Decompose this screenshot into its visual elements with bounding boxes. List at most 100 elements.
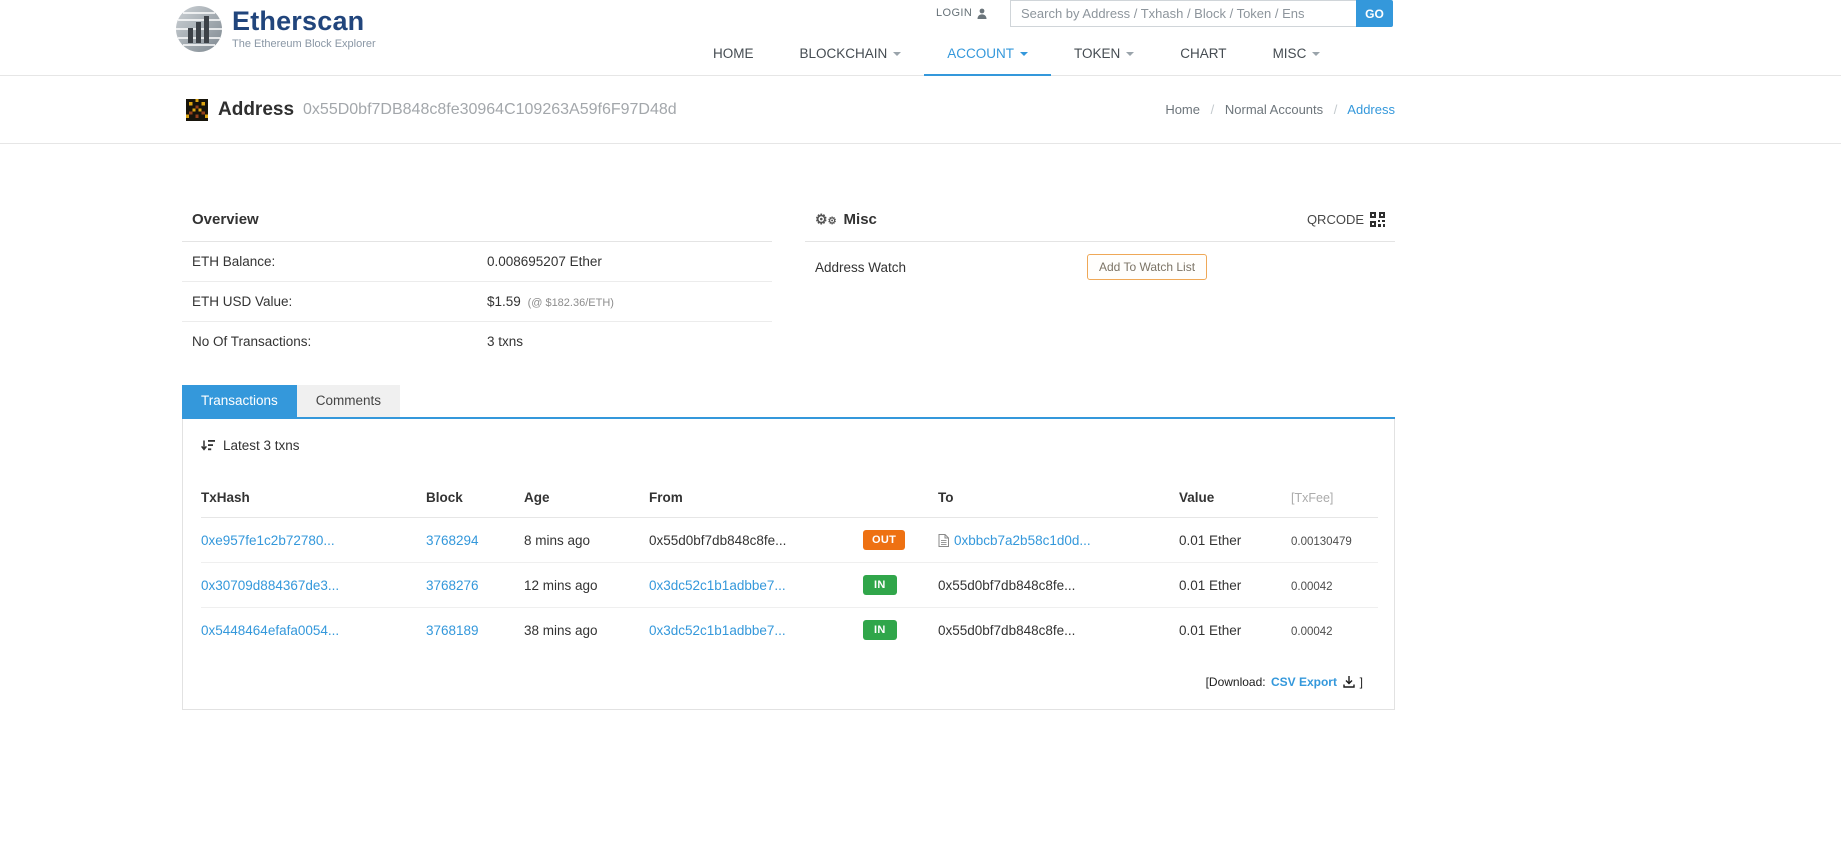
overview-row-tx-count: No Of Transactions: 3 txns [182,321,772,361]
breadcrumb-home[interactable]: Home [1165,102,1200,117]
txhash-link[interactable]: 0xe957fe1c2b72780... [201,533,335,548]
tx-value: 0.01 Ether [1179,532,1242,548]
tx-value: 0.01 Ether [1179,577,1242,593]
direction-badge-out: OUT [863,530,906,550]
age-value: 8 mins ago [524,532,591,548]
csv-export-link[interactable]: CSV Export [1271,675,1337,689]
from-address-link[interactable]: 0x3dc52c1b1adbbe7... [649,578,786,593]
search-input[interactable] [1010,0,1356,27]
breadcrumb: Home / Normal Accounts / Address [1165,102,1395,117]
breadcrumb-separator: / [1210,102,1215,117]
table-row: 0x5448464efafa0054... 3768189 38 mins ag… [201,607,1378,652]
direction-badge-in: IN [863,575,897,595]
direction-badge-in: IN [863,620,897,640]
to-address: 0x55d0bf7db848c8fe... [938,577,1076,593]
chevron-down-icon [1020,52,1029,56]
tx-count-label: No Of Transactions: [182,321,477,361]
misc-panel: ⚙⚙ Misc QRCODE Address Watch Add To Watc… [805,204,1395,361]
age-value: 12 mins ago [524,577,598,593]
nav-item-chart[interactable]: CHART [1157,32,1249,76]
nav-label-token: TOKEN [1074,45,1121,61]
table-header-row: TxHash Block Age From To Value [TxFee] [201,480,1378,518]
main-content: Overview ETH Balance: 0.008695207 Ether … [182,204,1395,710]
chevron-down-icon [1312,52,1321,56]
contract-icon [938,533,949,547]
nav-item-account[interactable]: ACCOUNT [924,32,1052,76]
download-prefix: [Download: [1205,675,1266,689]
chevron-down-icon [1126,52,1135,56]
tab-comments[interactable]: Comments [296,385,401,417]
breadcrumb-current: Address [1347,102,1395,117]
table-row: 0xe957fe1c2b72780... 3768294 8 mins ago … [201,518,1378,563]
age-value: 38 mins ago [524,622,598,638]
eth-usd-rate: (@ $182.36/ETH) [527,297,614,309]
col-txhash: TxHash [201,480,426,518]
download-suffix: ] [1359,675,1363,689]
col-value: Value [1179,480,1291,518]
transactions-panel: Latest 3 txns TxHash Block Age From To V [182,419,1395,710]
overview-row-usd-value: ETH USD Value: $1.59 (@ $182.36/ETH) [182,281,772,322]
col-txfee: [TxFee] [1291,480,1378,518]
to-address: 0x55d0bf7db848c8fe... [938,622,1076,638]
page-title: Address [218,98,295,120]
sort-amount-icon [201,439,215,451]
qrcode-button[interactable]: QRCODE [1307,211,1385,227]
col-age: Age [524,480,649,518]
nav-item-token[interactable]: TOKEN [1051,32,1157,76]
globe-logo-icon [176,6,222,52]
latest-txns-label: Latest 3 txns [223,438,300,453]
transactions-table: TxHash Block Age From To Value [TxFee] 0… [201,480,1378,652]
logo-title: Etherscan [232,6,365,36]
col-block: Block [426,480,524,518]
etherscan-logo[interactable]: Etherscan The Ethereum Block Explorer [175,5,376,53]
breadcrumb-normal-accounts[interactable]: Normal Accounts [1225,102,1323,117]
add-to-watch-list-button[interactable]: Add To Watch List [1087,254,1208,280]
login-link[interactable]: LOGIN [936,7,987,19]
page-address: 0x55D0bf7DB848c8fe30964C109263A59f6F97D4… [303,100,677,118]
nav-item-misc[interactable]: MISC [1250,32,1344,76]
breadcrumb-separator: / [1333,102,1338,117]
col-to: To [938,480,1179,518]
txhash-link[interactable]: 0x5448464efafa0054... [201,623,339,638]
nav-label-misc: MISC [1272,45,1307,61]
tab-transactions[interactable]: Transactions [182,385,297,417]
qrcode-icon [1370,211,1385,227]
to-address-link[interactable]: 0xbbcb7a2b58c1d0d... [954,533,1091,548]
eth-balance-value: 0.008695207 Ether [487,254,602,269]
eth-usd-value: $1.59 [487,294,521,309]
overview-panel: Overview ETH Balance: 0.008695207 Ether … [182,204,772,361]
page-header-band: Address 0x55D0bf7DB848c8fe30964C109263A5… [0,76,1841,144]
from-address-link[interactable]: 0x3dc52c1b1adbbe7... [649,623,786,638]
nav-item-blockchain[interactable]: BLOCKCHAIN [777,32,925,76]
overview-table: ETH Balance: 0.008695207 Ether ETH USD V… [182,242,772,361]
address-watch-row: Address Watch Add To Watch List [805,242,1395,292]
tx-fee: 0.00042 [1291,625,1333,638]
download-row: [Download: CSV Export ] [183,652,1394,689]
logo-text-block: Etherscan The Ethereum Block Explorer [232,6,376,51]
nav-label-blockchain: BLOCKCHAIN [799,45,888,61]
txhash-link[interactable]: 0x30709d884367de3... [201,578,339,593]
tx-fee: 0.00042 [1291,580,1333,593]
col-direction [863,480,938,518]
eth-balance-label: ETH Balance: [192,254,276,269]
from-address: 0x55d0bf7db848c8fe... [649,532,787,548]
tabs-section: Transactions Comments Latest 3 txns TxHa… [182,385,1395,710]
block-link[interactable]: 3768189 [426,623,479,638]
address-watch-label: Address Watch [815,259,907,275]
login-label: LOGIN [936,7,973,19]
nav-label-account: ACCOUNT [947,45,1015,61]
block-link[interactable]: 3768276 [426,578,479,593]
block-link[interactable]: 3768294 [426,533,479,548]
tx-value: 0.01 Ether [1179,622,1242,638]
gears-icon: ⚙⚙ [815,210,837,227]
chevron-down-icon [893,52,902,56]
eth-usd-label: ETH USD Value: [182,281,477,322]
col-from: From [649,480,863,518]
go-button[interactable]: GO [1356,0,1393,27]
nav-item-home[interactable]: HOME [690,32,777,76]
tx-count-value: 3 txns [487,334,524,349]
overview-row-eth-balance: ETH Balance: 0.008695207 Ether [182,242,772,282]
table-row: 0x30709d884367de3... 3768276 12 mins ago… [201,562,1378,608]
search-bar: GO [1010,0,1393,27]
address-identicon [186,98,208,121]
